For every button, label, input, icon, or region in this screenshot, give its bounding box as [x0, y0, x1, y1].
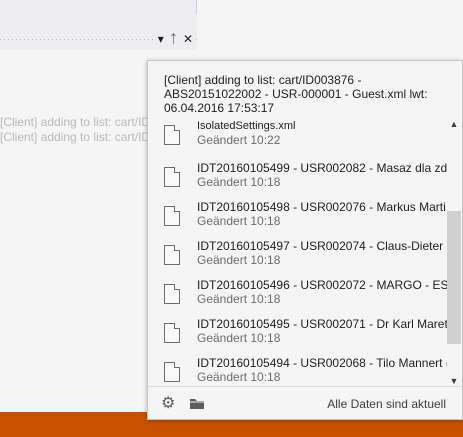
document-icon: [164, 284, 180, 304]
document-icon: [164, 245, 180, 265]
popup-footer: ⚙ Alle Daten sind aktuell: [148, 386, 462, 419]
gear-icon[interactable]: ⚙: [161, 396, 177, 412]
window-position-dropdown-icon[interactable]: ▾: [158, 32, 164, 46]
scroll-up-icon[interactable]: ▲: [449, 119, 459, 129]
item-title: IDT20160105499 - USR002082 - Masaz dla z…: [197, 161, 450, 175]
notification-popup: [Client] adding to list: cart/ID003876 -…: [147, 60, 463, 420]
item-title: IDT20160105494 - USR002068 - Tilo Manner…: [197, 356, 450, 370]
item-title: IDT20160105498 - USR002076 - Markus Mart…: [197, 200, 450, 214]
item-title: IsolatedSettings.xml: [197, 120, 296, 132]
folder-icon[interactable]: [189, 397, 206, 410]
item-subtitle: Geändert 10:18: [197, 175, 281, 189]
item-subtitle: Geändert 10:18: [197, 331, 281, 345]
item-title: IDT20160105495 - USR002071 - Dr Karl Mar…: [197, 317, 450, 331]
document-icon: [164, 125, 180, 145]
close-icon[interactable]: ✕: [183, 32, 193, 46]
item-subtitle: Geändert 10:18: [197, 292, 281, 306]
document-icon: [164, 206, 180, 226]
scroll-down-icon[interactable]: ▼: [449, 376, 459, 386]
document-icon: [164, 167, 180, 187]
item-subtitle: Geändert 10:22: [197, 133, 281, 147]
list-item[interactable]: IDT20160105498 - USR002076 - Markus Mart…: [164, 200, 450, 240]
list-item[interactable]: IsolatedSettings.xml Geändert 10:22: [164, 119, 450, 159]
item-title: IDT20160105496 - USR002072 - MARGO - EST…: [197, 278, 450, 292]
list-item[interactable]: IDT20160105497 - USR002074 - Claus-Diete…: [164, 239, 450, 279]
item-title: IDT20160105497 - USR002074 - Claus-Diete…: [197, 239, 450, 253]
tool-window-header: ▾ ᛏ ✕: [0, 31, 197, 49]
document-icon: [164, 323, 180, 343]
popup-header-text: [Client] adding to list: cart/ID003876 -…: [164, 73, 428, 115]
item-subtitle: Geändert 10:18: [197, 370, 281, 384]
list-item[interactable]: IDT20160105496 - USR002072 - MARGO - EST…: [164, 278, 450, 318]
list-item[interactable]: IDT20160105499 - USR002082 - Masaz dla z…: [164, 161, 450, 201]
sync-status-text: Alle Daten sind aktuell: [327, 397, 446, 411]
list-item[interactable]: IDT20160105495 - USR002071 - Dr Karl Mar…: [164, 317, 450, 357]
pin-icon[interactable]: ᛏ: [170, 32, 177, 46]
item-subtitle: Geändert 10:18: [197, 214, 281, 228]
recent-files-list: IsolatedSettings.xml Geändert 10:22 IDT2…: [148, 119, 450, 386]
list-item[interactable]: IDT20160105494 - USR002068 - Tilo Manner…: [164, 356, 450, 386]
item-subtitle: Geändert 10:18: [197, 253, 281, 267]
list-scrollbar[interactable]: ▲ ▼: [447, 119, 461, 386]
document-icon: [164, 362, 180, 382]
scroll-thumb[interactable]: [447, 211, 461, 344]
